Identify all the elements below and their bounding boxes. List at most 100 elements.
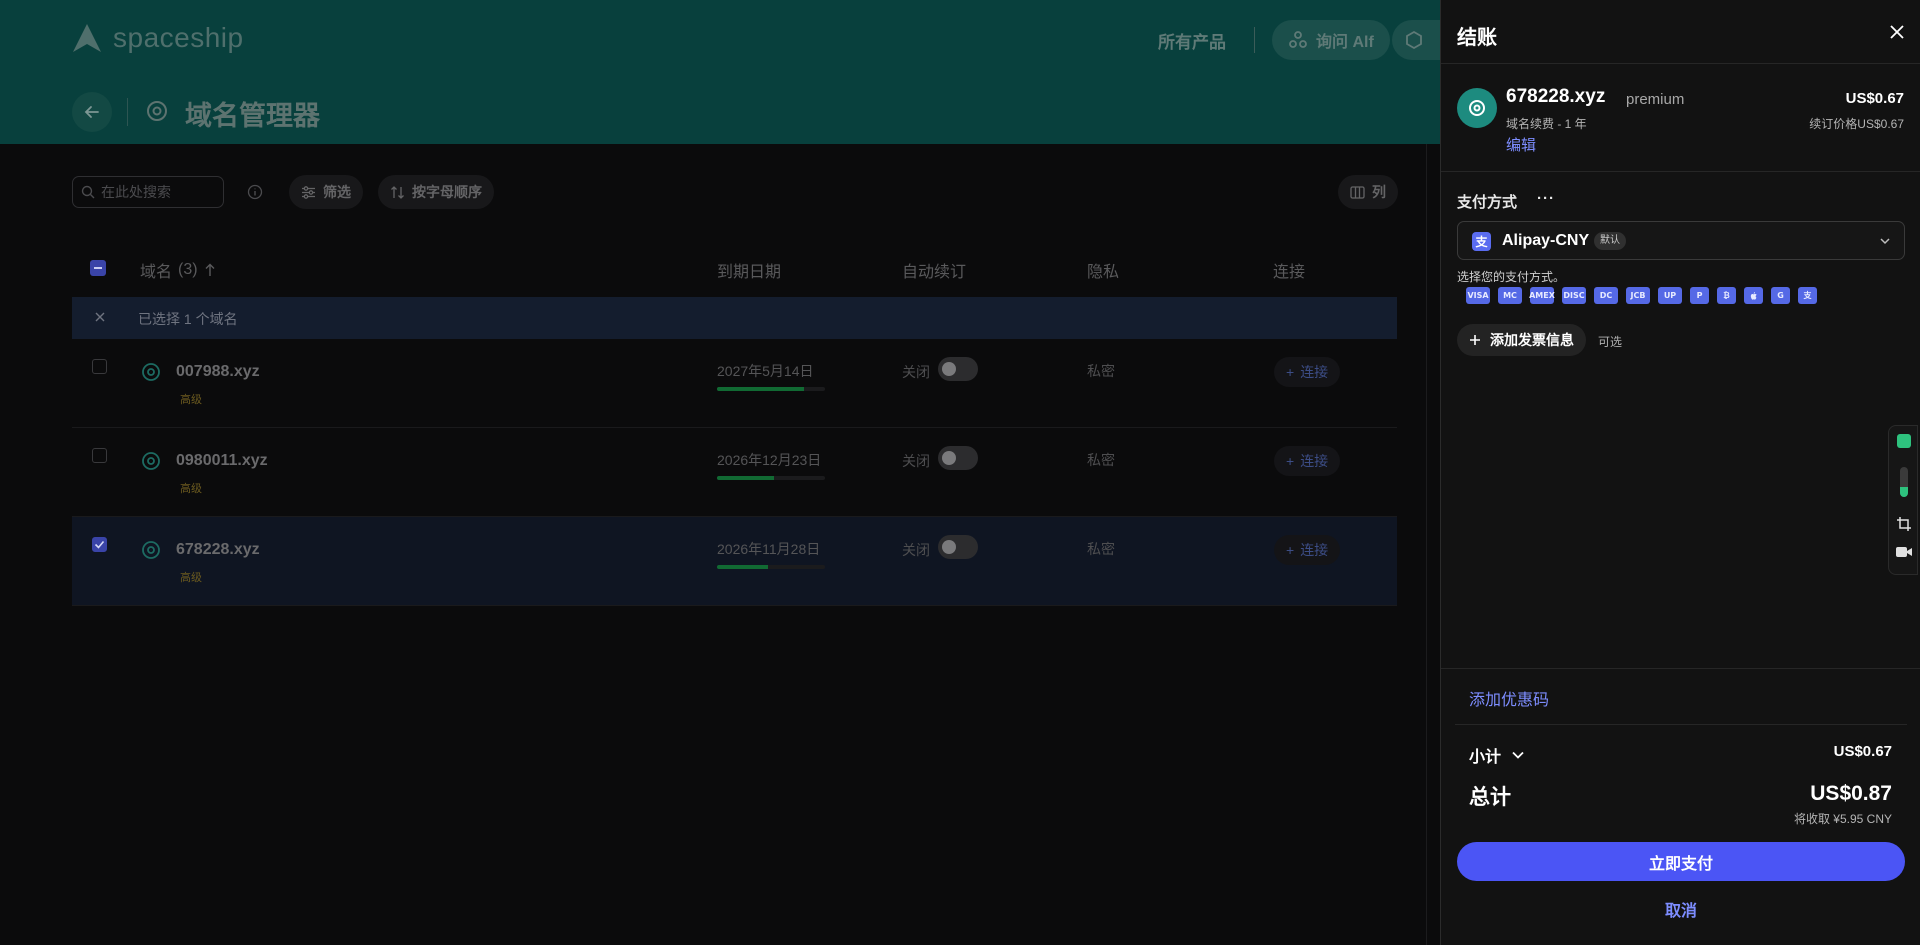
- page-title: 域名管理器: [185, 101, 320, 131]
- auto-renew-toggle[interactable]: [938, 535, 978, 559]
- cancel-button[interactable]: 取消: [1441, 897, 1920, 921]
- connect-label: 连接: [1300, 542, 1329, 558]
- alipay-brand-icon: 支: [1798, 287, 1817, 304]
- select-all-checkbox[interactable]: [90, 260, 106, 276]
- google-pay-icon: G: [1771, 287, 1790, 304]
- column-header-expiry[interactable]: 到期日期: [717, 258, 781, 282]
- plus-icon: +: [1286, 364, 1295, 380]
- subtotal-value: US$0.67: [1833, 743, 1892, 760]
- sort-arrows-icon: [391, 185, 404, 199]
- screenshot-crop-icon[interactable]: [1896, 516, 1912, 532]
- privacy-status: 私密: [1087, 541, 1115, 557]
- domain-name[interactable]: 0980011.xyz: [176, 452, 268, 470]
- table-row[interactable]: 007988.xyz 高级 2027年5月14日 关闭 私密 + 连接: [72, 339, 1397, 428]
- payment-more-button[interactable]: ···: [1537, 190, 1555, 207]
- invoice-optional-label: 可选: [1598, 335, 1623, 349]
- subtotal-toggle[interactable]: 小计: [1469, 743, 1525, 767]
- diners-club-icon: DC: [1594, 287, 1618, 304]
- sort-button[interactable]: 按字母顺序: [378, 175, 494, 209]
- domain-name[interactable]: 678228.xyz: [176, 541, 260, 559]
- amex-icon: AMEX: [1529, 287, 1555, 304]
- selection-text: 已选择 1 个域名: [138, 311, 238, 327]
- auto-renew-toggle[interactable]: [938, 357, 978, 381]
- row-checkbox[interactable]: [92, 448, 107, 463]
- default-badge: 默认: [1594, 232, 1626, 250]
- filter-button[interactable]: 筛选: [289, 175, 363, 209]
- domain-count: (3): [178, 261, 198, 278]
- row-checkbox[interactable]: [92, 537, 107, 552]
- ask-alf-label: 询问 Alf: [1316, 34, 1374, 51]
- close-icon[interactable]: [1887, 22, 1907, 42]
- alf-icon: [1289, 31, 1307, 48]
- connect-label: 连接: [1300, 453, 1329, 469]
- expiry-date: 2027年5月14日: [717, 363, 814, 379]
- divider: [1455, 724, 1907, 725]
- hexagon-icon: [1406, 30, 1422, 50]
- connect-button[interactable]: + 连接: [1274, 535, 1341, 565]
- mastercard-icon: MC: [1498, 287, 1522, 304]
- nav-divider: [1254, 27, 1255, 53]
- column-header-auto-renew[interactable]: 自动续订: [902, 258, 966, 282]
- alipay-icon: 支: [1472, 232, 1491, 251]
- ask-alf-button[interactable]: 询问 Alf: [1272, 20, 1390, 60]
- sort-up-arrow-icon: [205, 263, 215, 276]
- premium-tag: 高级: [180, 572, 202, 584]
- hexagon-menu-button[interactable]: [1392, 20, 1440, 60]
- floating-widget: [1888, 425, 1918, 575]
- pay-now-button[interactable]: 立即支付: [1457, 842, 1905, 881]
- discover-icon: DISC: [1562, 287, 1586, 304]
- columns-icon: [1350, 185, 1365, 199]
- back-button[interactable]: [72, 92, 112, 132]
- plus-icon: +: [1286, 453, 1295, 469]
- apple-pay-icon: [1744, 287, 1763, 304]
- add-invoice-label: 添加发票信息: [1490, 332, 1574, 348]
- expiry-progress-bar: [717, 565, 825, 569]
- arrow-left-icon: [84, 106, 99, 118]
- column-header-domain[interactable]: 域名 (3): [140, 258, 216, 282]
- table-row[interactable]: 0980011.xyz 高级 2026年12月23日 关闭 私密 + 连接: [72, 428, 1397, 517]
- connect-button[interactable]: + 连接: [1274, 446, 1341, 476]
- divider: [1441, 171, 1920, 172]
- spaceship-logo[interactable]: spaceship: [71, 22, 244, 54]
- domain-target-icon: [147, 101, 167, 121]
- domain-name[interactable]: 007988.xyz: [176, 363, 260, 381]
- domain-status-icon: [142, 363, 160, 381]
- row-checkbox[interactable]: [92, 359, 107, 374]
- expiry-progress-fill: [717, 565, 768, 569]
- payment-method-label: 支付方式: [1457, 194, 1518, 211]
- selection-bar: 已选择 1 个域名: [72, 297, 1397, 339]
- chevron-down-icon: [1512, 751, 1524, 759]
- auto-renew-status: 关闭: [902, 453, 930, 469]
- cart-item-subtitle: 域名续费 - 1 年: [1506, 117, 1587, 131]
- title-divider: [127, 98, 128, 126]
- columns-button[interactable]: 列: [1338, 175, 1398, 209]
- premium-tag: 高级: [180, 483, 202, 495]
- connect-button[interactable]: + 连接: [1274, 357, 1341, 387]
- checkout-drawer: 结账 678228.xyz premium 域名续费 - 1 年 编辑 US$0…: [1440, 0, 1920, 945]
- level-indicator[interactable]: [1900, 467, 1908, 497]
- info-icon[interactable]: [247, 184, 263, 200]
- checkout-title: 结账: [1457, 27, 1497, 49]
- shield-icon[interactable]: [1897, 434, 1911, 448]
- add-coupon-link[interactable]: 添加优惠码: [1469, 686, 1549, 710]
- renewal-price: 续订价格US$0.67: [1809, 117, 1904, 131]
- search-box[interactable]: [72, 176, 224, 208]
- domain-header-label: 域名: [140, 264, 173, 281]
- table-row[interactable]: 678228.xyz 高级 2026年11月28日 关闭 私密 + 连接: [72, 517, 1397, 606]
- search-input[interactable]: [101, 184, 211, 200]
- column-header-privacy[interactable]: 隐私: [1087, 258, 1119, 282]
- clear-selection-icon[interactable]: [92, 309, 108, 325]
- chevron-down-icon: [1880, 238, 1890, 245]
- video-camera-icon[interactable]: [1895, 545, 1913, 559]
- expiry-progress-bar: [717, 387, 825, 391]
- nav-all-products[interactable]: 所有产品: [1158, 28, 1226, 53]
- edit-link[interactable]: 编辑: [1506, 134, 1536, 155]
- auto-renew-status: 关闭: [902, 542, 930, 558]
- add-invoice-button[interactable]: 添加发票信息: [1457, 324, 1586, 356]
- expiry-date: 2026年11月28日: [717, 541, 821, 557]
- auto-renew-toggle[interactable]: [938, 446, 978, 470]
- payment-brand-icons: VISA MC AMEX DISC DC JCB UP P ₿ G 支: [1466, 287, 1817, 304]
- spaceship-logo-icon: [73, 24, 101, 52]
- column-header-connect[interactable]: 连接: [1273, 258, 1305, 282]
- payment-method-select[interactable]: 支 Alipay-CNY 默认: [1457, 221, 1905, 260]
